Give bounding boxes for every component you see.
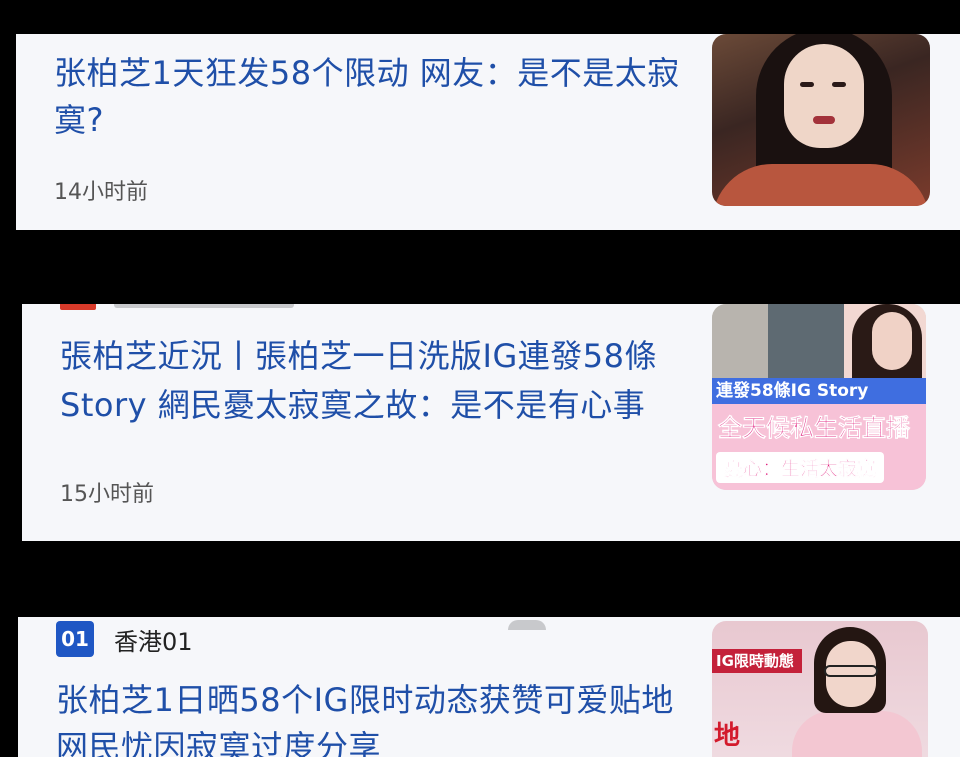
portrait-eye bbox=[832, 82, 846, 87]
news-source[interactable]: 01 香港01 bbox=[56, 621, 193, 657]
thumbnail-caption: 地 bbox=[714, 721, 741, 751]
portrait-lips bbox=[813, 116, 835, 124]
scroll-handle[interactable] bbox=[508, 620, 546, 630]
news-card[interactable]: 01 香港01 张柏芝1日晒58个IG限时动态获赞可爱贴地 网民忧因寂寞过度分享… bbox=[18, 617, 960, 757]
portrait-face bbox=[784, 44, 864, 148]
news-card[interactable]: 張柏芝近況丨張柏芝一日洗版IG連發58條Story 網民憂太寂寞之故：是不是有心… bbox=[22, 304, 960, 541]
news-thumbnail[interactable]: IG限時動態 地 bbox=[712, 621, 928, 757]
news-timestamp: 15小时前 bbox=[60, 482, 154, 507]
news-thumbnail[interactable] bbox=[712, 34, 930, 206]
news-thumbnail[interactable]: 連發58條IG Story 全天候私生活直播 憂心：生活太寂寞 bbox=[712, 304, 926, 490]
thumbnail-caption: 全天候私生活直播 bbox=[718, 414, 911, 443]
source-logo-icon bbox=[60, 304, 96, 310]
portrait-face bbox=[872, 312, 912, 370]
news-card[interactable]: 张柏芝1天狂发58个限动 网友：是不是太寂寞? 14小时前 bbox=[16, 34, 960, 230]
thumbnail-caption: 憂心：生活太寂寞 bbox=[716, 452, 885, 483]
thumbnail-sign: IG限時動態 bbox=[712, 649, 802, 673]
collage-photo bbox=[768, 304, 844, 378]
screenshot-stage: 张柏芝1天狂发58个限动 网友：是不是太寂寞? 14小时前 張柏芝近況丨張柏芝一… bbox=[0, 0, 960, 757]
source-name-cropped bbox=[114, 304, 294, 308]
news-headline[interactable]: 張柏芝近況丨張柏芝一日洗版IG連發58條Story 網民憂太寂寞之故：是不是有心… bbox=[60, 332, 700, 430]
news-headline[interactable]: 张柏芝1天狂发58个限动 网友：是不是太寂寞? bbox=[54, 50, 694, 144]
news-headline[interactable]: 张柏芝1日晒58个IG限时动态获赞可爱贴地 网民忧因寂寞过度分享 bbox=[56, 677, 696, 757]
source-name: 香港01 bbox=[114, 627, 193, 656]
glasses-icon bbox=[824, 665, 878, 677]
source-logo-icon: 01 bbox=[56, 621, 94, 657]
collage-photo bbox=[712, 304, 768, 378]
news-timestamp: 14小时前 bbox=[54, 180, 148, 205]
thumbnail-caption-band: 連發58條IG Story bbox=[712, 378, 926, 404]
portrait-eye bbox=[800, 82, 814, 87]
portrait-body bbox=[792, 711, 922, 757]
portrait-shoulder bbox=[712, 164, 930, 206]
